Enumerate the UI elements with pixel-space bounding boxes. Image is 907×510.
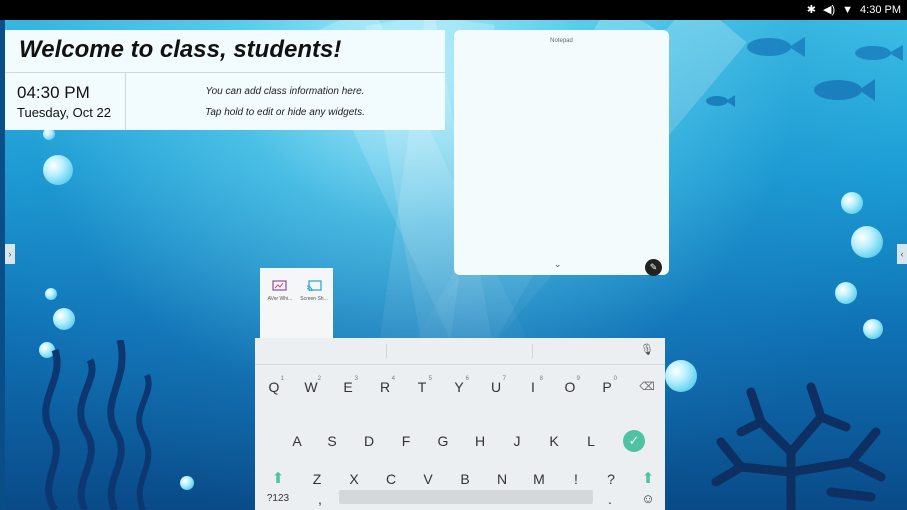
clock-widget[interactable]: 04:30 PM Tuesday, Oct 22 bbox=[5, 73, 126, 130]
key-n[interactable]: N bbox=[487, 466, 517, 492]
microphone-icon[interactable]: 🎙 bbox=[640, 343, 654, 356]
notepad-title: Notepad bbox=[550, 38, 573, 44]
key-exclamation[interactable]: ! bbox=[561, 466, 591, 492]
app-label: AVer Whi... bbox=[267, 296, 293, 302]
key-comma[interactable]: , bbox=[305, 486, 335, 510]
fish-illustration bbox=[706, 95, 735, 107]
symbols-key[interactable]: ?123 bbox=[263, 486, 293, 510]
key-i[interactable]: I8 bbox=[518, 374, 548, 400]
key-a[interactable]: A bbox=[282, 428, 312, 454]
cast-icon bbox=[306, 280, 322, 292]
volume-icon: ◀) bbox=[823, 4, 836, 16]
key-s[interactable]: S bbox=[317, 428, 347, 454]
welcome-banner[interactable]: Welcome to class, students! bbox=[5, 30, 445, 73]
suggestion-divider bbox=[386, 344, 387, 358]
app-label: Screen Sh... bbox=[300, 296, 328, 302]
key-e[interactable]: E3 bbox=[333, 374, 363, 400]
key-h[interactable]: H bbox=[465, 428, 495, 454]
key-w[interactable]: W2 bbox=[296, 374, 326, 400]
key-o[interactable]: O9 bbox=[555, 374, 585, 400]
home-screen: Welcome to class, students! 04:30 PM Tue… bbox=[5, 20, 907, 510]
backspace-icon[interactable]: ⌫ bbox=[632, 374, 662, 400]
clock-date: Tuesday, Oct 22 bbox=[17, 105, 111, 120]
key-r[interactable]: R4 bbox=[370, 374, 400, 400]
bluetooth-icon: ✱ bbox=[806, 4, 817, 16]
suggestion-strip[interactable]: 🎙 bbox=[255, 338, 665, 365]
key-j[interactable]: J bbox=[502, 428, 532, 454]
fish-illustration bbox=[855, 45, 903, 61]
bubble-decoration bbox=[180, 476, 194, 490]
emoji-icon[interactable]: ☺ bbox=[633, 486, 663, 510]
fish-illustration bbox=[814, 79, 875, 101]
bubble-decoration bbox=[863, 319, 883, 339]
key-l[interactable]: L bbox=[576, 428, 606, 454]
key-p[interactable]: P0 bbox=[592, 374, 622, 400]
key-q[interactable]: Q1 bbox=[259, 374, 289, 400]
bubble-decoration bbox=[45, 288, 57, 300]
key-b[interactable]: B bbox=[450, 466, 480, 492]
key-u[interactable]: U7 bbox=[481, 374, 511, 400]
app-shortcuts-panel: AVer Whi... Screen Sh... bbox=[260, 268, 333, 338]
bubble-decoration bbox=[841, 192, 863, 214]
fish-illustration bbox=[747, 37, 805, 57]
bubble-decoration bbox=[835, 282, 857, 304]
key-period[interactable]: . bbox=[595, 486, 625, 510]
spacebar[interactable] bbox=[339, 490, 593, 504]
suggestion-divider bbox=[532, 344, 533, 358]
seaweed-illustration bbox=[42, 340, 152, 510]
info-text-line-1: You can add class information here. bbox=[205, 86, 365, 97]
key-k[interactable]: K bbox=[539, 428, 569, 454]
status-bar: ✱ ◀) ▼ 4:30 PM bbox=[0, 0, 907, 20]
chevron-down-icon[interactable]: ⌄ bbox=[554, 259, 562, 270]
wifi-icon: ▼ bbox=[842, 3, 854, 16]
key-m[interactable]: M bbox=[524, 466, 554, 492]
clock-time: 04:30 PM bbox=[17, 83, 90, 102]
key-c[interactable]: C bbox=[376, 466, 406, 492]
onscreen-keyboard: 🎙 Q1 W2 E3 R4 T5 Y6 U7 I8 O9 P0 ⌫ A S D … bbox=[255, 338, 665, 510]
key-v[interactable]: V bbox=[413, 466, 443, 492]
key-y[interactable]: Y6 bbox=[444, 374, 474, 400]
key-x[interactable]: X bbox=[339, 466, 369, 492]
app-aver-whiteboard[interactable]: AVer Whi... bbox=[263, 280, 297, 302]
bubble-decoration bbox=[53, 308, 75, 330]
welcome-title: Welcome to class, students! bbox=[19, 36, 342, 63]
left-drawer-handle[interactable]: › bbox=[5, 244, 15, 264]
pencil-icon[interactable]: ✎ bbox=[645, 259, 662, 276]
bubble-decoration bbox=[43, 155, 73, 185]
bubble-decoration bbox=[851, 226, 883, 258]
whiteboard-icon bbox=[272, 280, 287, 291]
app-screen-share[interactable]: Screen Sh... bbox=[297, 280, 331, 302]
coral-illustration bbox=[711, 382, 886, 510]
enter-check-icon[interactable]: ✓ bbox=[623, 430, 645, 452]
key-g[interactable]: G bbox=[428, 428, 458, 454]
info-text-line-2: Tap hold to edit or hide any widgets. bbox=[205, 107, 365, 118]
key-f[interactable]: F bbox=[391, 428, 421, 454]
right-drawer-handle[interactable]: ‹ bbox=[897, 244, 907, 264]
notepad-widget[interactable]: Notepad ⌄ ✎ bbox=[454, 30, 669, 276]
key-t[interactable]: T5 bbox=[407, 374, 437, 400]
key-d[interactable]: D bbox=[354, 428, 384, 454]
status-time: 4:30 PM bbox=[860, 3, 901, 16]
class-info-widget[interactable]: 04:30 PM Tuesday, Oct 22 You can add cla… bbox=[5, 73, 445, 130]
